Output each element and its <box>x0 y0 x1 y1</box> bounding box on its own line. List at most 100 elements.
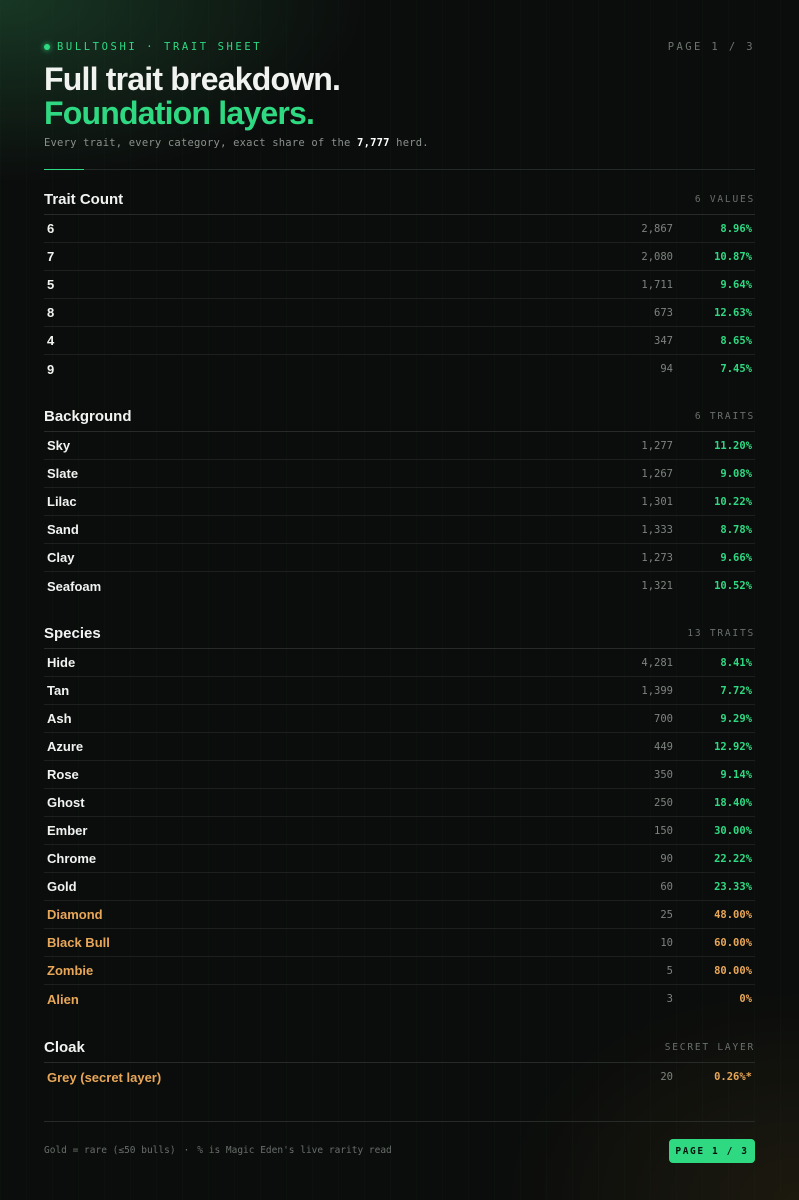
trait-name: Grey (secret layer) <box>47 1069 162 1085</box>
trait-row: Rose 350 9.14% <box>44 761 755 789</box>
header-divider-accent <box>44 169 84 170</box>
header-divider <box>44 169 755 170</box>
trait-row: Sand 1,333 8.78% <box>44 516 755 544</box>
trait-sheet-page: BULLTOSHI · TRAIT SHEET PAGE 1 / 3 Full … <box>44 0 755 1200</box>
subtitle-prefix: Every trait, every category, exact share… <box>44 137 358 149</box>
page-indicator: PAGE 1 / 3 <box>667 41 755 53</box>
trait-row: 9 94 7.45% <box>44 355 755 383</box>
trait-row: Ghost 250 18.40% <box>44 789 755 817</box>
trait-count: 2,080 <box>641 250 673 263</box>
section-header: Cloak SECRET LAYER <box>44 1033 755 1063</box>
trait-row: Clay 1,273 9.66% <box>44 544 755 572</box>
herd-count: 7,777 <box>357 137 390 149</box>
section-cloak: Cloak SECRET LAYER Grey (secret layer) 20 0.… <box>44 1033 755 1091</box>
trait-count: 5 <box>666 964 673 977</box>
trait-percent: 48.00% <box>714 908 752 921</box>
trait-count: 1,711 <box>641 278 673 291</box>
trait-row: 8 673 12.63% <box>44 299 755 327</box>
trait-row: Alien 3 0% <box>44 985 755 1013</box>
trait-name: Clay <box>47 550 75 565</box>
trait-percent: 7.45% <box>720 363 752 375</box>
trait-row: Diamond 25 48.00% <box>44 901 755 929</box>
trait-count: 347 <box>654 334 673 347</box>
trait-row: Hide 4,281 8.41% <box>44 649 755 677</box>
footer-note-right: % is Magic Eden's live rarity read <box>197 1145 392 1156</box>
page-title-accent: Foundation layers. <box>44 95 315 131</box>
section-header: Species 13 TRAITS <box>44 619 755 649</box>
trait-count: 1,273 <box>641 551 673 564</box>
trait-percent: 0% <box>739 993 752 1005</box>
trait-percent: 9.66% <box>720 551 752 564</box>
trait-percent: 7.72% <box>720 684 752 697</box>
section-trait-count: Trait Count 6 VALUES 6 2,867 8.96% 7 2,080 10.8… <box>44 185 755 383</box>
trait-name: Hide <box>47 655 76 670</box>
trait-name: 8 <box>47 305 55 320</box>
trait-row: 5 1,711 9.64% <box>44 271 755 299</box>
trait-name: Ember <box>47 823 88 838</box>
trait-percent: 9.64% <box>720 278 752 291</box>
section-species: Species 13 TRAITS Hide 4,281 8.41% Tan 1,399 7.… <box>44 619 755 1013</box>
section-meta: 13 TRAITS <box>687 628 755 639</box>
trait-percent: 8.41% <box>720 656 752 669</box>
section-header: Background 6 TRAITS <box>44 402 755 432</box>
trait-table: Grey (secret layer) 20 0.26%* <box>44 1063 755 1091</box>
trait-percent: 0.26%* <box>714 1071 752 1083</box>
trait-name: 7 <box>47 249 55 264</box>
trait-name: 5 <box>47 277 55 292</box>
trait-count: 1,333 <box>641 523 673 536</box>
trait-count: 20 <box>660 1071 673 1083</box>
trait-count: 449 <box>654 740 673 753</box>
trait-count: 4,281 <box>641 656 673 669</box>
trait-name: Black Bull <box>47 935 110 950</box>
footer-note: Gold = rare (≤50 bulls) · % is Magic Eden'… <box>44 1145 392 1156</box>
trait-name: Zombie <box>47 963 94 978</box>
footer-note-left: Gold = rare (≤50 bulls) <box>44 1145 176 1156</box>
trait-percent: 12.63% <box>714 306 752 319</box>
trait-row: Zombie 5 80.00% <box>44 957 755 985</box>
trait-percent: 18.40% <box>714 796 752 809</box>
trait-table: Hide 4,281 8.41% Tan 1,399 7.72% Ash 700 9.29% Az… <box>44 649 755 1013</box>
trait-name: Chrome <box>47 851 97 866</box>
trait-row: Ash 700 9.29% <box>44 705 755 733</box>
trait-count: 94 <box>660 363 673 375</box>
section-header: Trait Count 6 VALUES <box>44 185 755 215</box>
brand-label: BULLTOSHI · TRAIT SHEET <box>57 41 263 53</box>
trait-row: Seafoam 1,321 10.52% <box>44 572 755 600</box>
trait-percent: 9.29% <box>720 712 752 725</box>
trait-count: 1,277 <box>641 439 673 452</box>
trait-percent: 8.65% <box>720 334 752 347</box>
trait-name: Gold <box>47 879 77 894</box>
trait-row: Azure 449 12.92% <box>44 733 755 761</box>
trait-percent: 10.52% <box>714 580 752 592</box>
trait-count: 250 <box>654 796 673 809</box>
page-pill: PAGE 1 / 3 <box>669 1139 755 1163</box>
trait-count: 673 <box>654 306 673 319</box>
trait-percent: 8.78% <box>720 523 752 536</box>
page-title: Full trait breakdown. <box>44 61 341 97</box>
trait-percent: 10.87% <box>714 250 752 263</box>
trait-row: Chrome 90 22.22% <box>44 845 755 873</box>
trait-name: 4 <box>47 333 55 348</box>
trait-name: Sky <box>47 438 71 453</box>
footer-note-separator: · <box>183 1145 190 1156</box>
trait-name: Slate <box>47 466 79 481</box>
trait-name: 9 <box>47 361 55 377</box>
trait-percent: 80.00% <box>714 964 752 977</box>
section-background: Background 6 TRAITS Sky 1,277 11.20% Slate 1,2… <box>44 402 755 600</box>
trait-name: 6 <box>47 221 55 236</box>
trait-name: Sand <box>47 522 79 537</box>
section-title: Cloak <box>44 1039 85 1056</box>
trait-name: Rose <box>47 767 79 782</box>
trait-count: 1,399 <box>641 684 673 697</box>
trait-row: Grey (secret layer) 20 0.26%* <box>44 1063 755 1091</box>
trait-count: 2,867 <box>641 222 673 235</box>
trait-row: Slate 1,267 9.08% <box>44 460 755 488</box>
trait-count: 1,267 <box>641 467 673 480</box>
section-meta: 6 VALUES <box>694 194 755 205</box>
trait-table: 6 2,867 8.96% 7 2,080 10.87% 5 1,711 9.64% 8 673 12… <box>44 215 755 383</box>
trait-count: 3 <box>666 993 673 1005</box>
status-dot-icon <box>44 44 50 50</box>
section-title: Background <box>44 408 132 425</box>
trait-percent: 9.08% <box>720 467 752 480</box>
trait-percent: 10.22% <box>714 495 752 508</box>
